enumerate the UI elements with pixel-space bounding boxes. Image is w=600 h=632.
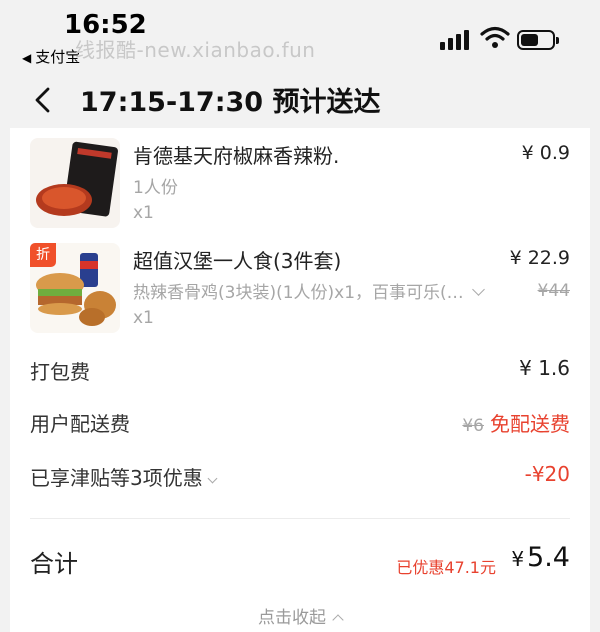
page-title: 17:15-17:30 预计送达 bbox=[80, 87, 381, 118]
total-amount: ¥5.4 bbox=[511, 542, 570, 573]
order-item[interactable]: 肯德基天府椒麻香辣粉. 1人份 x1 ¥ 0.9 bbox=[10, 128, 590, 228]
divider bbox=[30, 518, 570, 519]
wifi-icon bbox=[480, 26, 510, 48]
nav-bar: 17:15-17:30 预计送达 bbox=[0, 72, 600, 128]
back-to-app-link[interactable]: ◀ 支付宝 bbox=[22, 46, 80, 67]
packaging-fee-label: 打包费 bbox=[30, 360, 90, 384]
back-triangle-icon: ◀ bbox=[22, 51, 32, 65]
discount-badge: 折 bbox=[30, 243, 56, 267]
discount-label[interactable]: 已享津贴等3项优惠 bbox=[30, 462, 218, 491]
chevron-down-icon[interactable] bbox=[207, 473, 218, 484]
order-detail-card: 肯德基天府椒麻香辣粉. 1人份 x1 ¥ 0.9 折 超值汉堡一人食(3件套) … bbox=[10, 128, 590, 632]
delivery-fee-original: ¥6 bbox=[462, 416, 484, 436]
item-spec-text: 热辣香骨鸡(3块装)(1人份)x1，百事可乐(… bbox=[133, 283, 464, 303]
item-name: 肯德基天府椒麻香辣粉. bbox=[133, 144, 340, 168]
collapse-label: 点击收起 bbox=[258, 608, 326, 628]
item-quantity: x1 bbox=[133, 308, 154, 328]
packaging-fee-row: 打包费 ¥ 1.6 bbox=[30, 350, 570, 390]
item-spec[interactable]: 热辣香骨鸡(3块装)(1人份)x1，百事可乐(… bbox=[133, 278, 485, 303]
discount-row[interactable]: 已享津贴等3项优惠 -¥20 bbox=[30, 456, 570, 496]
free-delivery-label: 免配送费 bbox=[490, 412, 570, 436]
order-item[interactable]: 折 超值汉堡一人食(3件套) 热辣香骨鸡(3块装)(1人份)x1，百事可乐(… … bbox=[10, 233, 590, 333]
item-price: ¥ 22.9 bbox=[509, 247, 570, 269]
discount-value: -¥20 bbox=[524, 462, 570, 486]
delivery-fee-value: ¥6 免配送费 bbox=[462, 408, 570, 437]
currency-symbol: ¥ bbox=[511, 547, 525, 571]
item-original-price: ¥44 bbox=[537, 281, 570, 301]
total-value: 5.4 bbox=[527, 542, 570, 573]
item-quantity: x1 bbox=[133, 203, 154, 223]
status-bar: 16:52 ◀ 支付宝 线报酷-new.xianbao.fun bbox=[0, 0, 600, 72]
packaging-fee-value: ¥ 1.6 bbox=[519, 356, 570, 380]
product-image-spice-powder bbox=[30, 138, 120, 228]
saved-amount: 已优惠47.1元 bbox=[396, 558, 496, 577]
item-spec: 1人份 bbox=[133, 178, 178, 198]
delivery-fee-row: 用户配送费 ¥6 免配送费 bbox=[30, 402, 570, 442]
back-arrow-icon[interactable] bbox=[30, 84, 58, 116]
delivery-fee-label: 用户配送费 bbox=[30, 412, 130, 436]
total-label: 合计 bbox=[30, 550, 78, 578]
watermark: 线报酷-new.xianbao.fun bbox=[75, 38, 316, 62]
chevron-up-icon bbox=[332, 614, 344, 626]
collapse-button[interactable]: 点击收起 bbox=[10, 603, 590, 628]
battery-icon bbox=[517, 30, 559, 50]
signal-icon bbox=[440, 28, 472, 50]
discount-label-text: 已享津贴等3项优惠 bbox=[30, 466, 203, 490]
chevron-down-icon[interactable] bbox=[471, 283, 485, 296]
item-name: 超值汉堡一人食(3件套) bbox=[133, 249, 342, 273]
item-price: ¥ 0.9 bbox=[521, 142, 570, 164]
back-app-label: 支付宝 bbox=[35, 48, 81, 66]
